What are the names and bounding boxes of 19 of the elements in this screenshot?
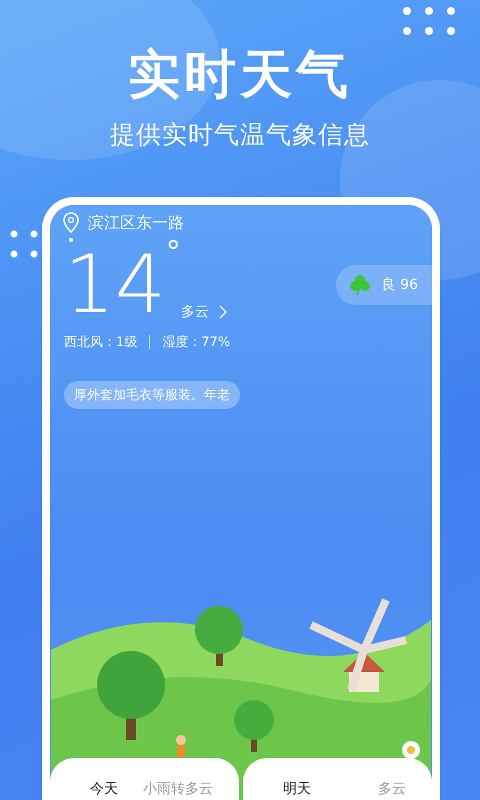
forecast-card[interactable]: 明天 多云 — [243, 758, 432, 800]
temperature: 14 — [64, 245, 166, 325]
promo-subtitle: 提供实时气温气象信息 — [110, 119, 370, 151]
humidity-info: 湿度：77% — [162, 334, 230, 351]
weather-condition[interactable]: 多云 — [180, 303, 209, 321]
promo-title: 实时天气 — [128, 44, 352, 107]
location-pin-icon — [62, 211, 80, 243]
chevron-right-icon[interactable] — [218, 305, 227, 319]
wind-info: 西北风：1级 — [64, 334, 138, 351]
degree-sign: ° — [166, 235, 181, 270]
forecast-condition: 多云 — [378, 780, 406, 799]
forecast-day: 明天 — [283, 780, 311, 800]
location-label[interactable]: 滨江区东一路 — [88, 213, 184, 234]
clothing-tip[interactable]: 厚外套加毛衣等服装。年老 — [64, 381, 240, 409]
air-quality-badge[interactable]: 良 96 — [336, 265, 432, 305]
forecast-day: 今天 — [90, 780, 118, 800]
clover-icon — [348, 273, 372, 297]
forecast-card[interactable]: 今天 小雨转多云 — [50, 758, 239, 800]
forecast-condition: 小雨转多云 — [143, 780, 213, 799]
